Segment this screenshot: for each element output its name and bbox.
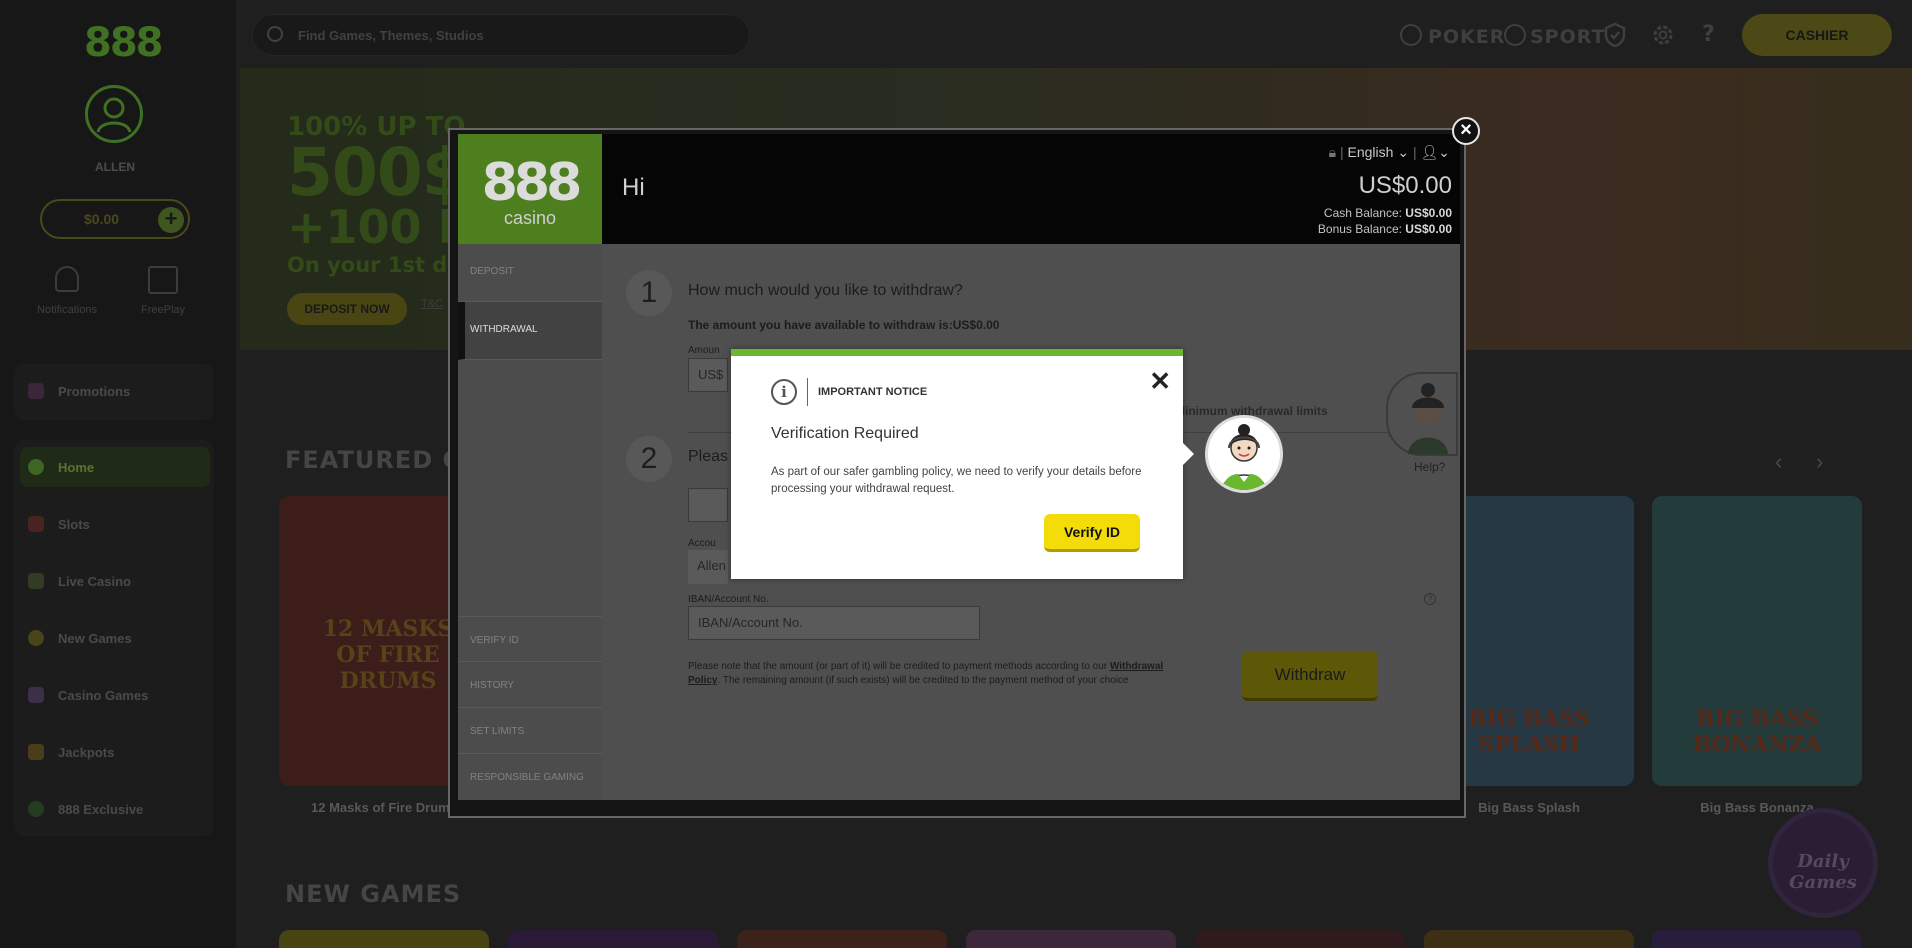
notice-header: i IMPORTANT NOTICE [771,378,927,406]
logo-number: 888 [481,153,583,213]
cash-balance-row: Cash Balance: US$0.00 [1324,206,1452,220]
withdrawal-note: Please note that the amount (or part of … [688,660,1178,688]
close-icon[interactable]: ✕ [1149,366,1171,397]
notice-pointer [1183,443,1194,465]
amount-label: Amoun [688,345,720,356]
greeting: Hi [622,174,645,201]
notice-heading: Verification Required [771,425,919,442]
account-label: Accou [688,538,716,549]
casino-logo: 888 casino [458,134,602,244]
nav-deposit[interactable]: DEPOSIT [458,244,602,302]
info-icon[interactable]: ? [1424,593,1436,605]
step-number: 2 [626,436,672,482]
bonus-balance-row: Bonus Balance: US$0.00 [1318,222,1452,236]
agent-avatar-icon [1408,383,1448,454]
chevron-down-icon[interactable]: ⌄ [1397,144,1409,160]
close-icon[interactable]: × [1452,117,1480,145]
important-notice-dialog: i IMPORTANT NOTICE ✕ Verification Requir… [731,349,1183,579]
cash-balance-label: Cash Balance: [1323,206,1402,220]
account-icon[interactable]: 👤︎⌄ [1420,144,1450,160]
nav-set-limits[interactable]: SET LIMITS [458,708,602,754]
logo-word: casino [503,208,557,228]
iban-input[interactable]: IBAN/Account No. [688,606,980,640]
step2-text: Pleas [688,448,729,465]
withdraw-button[interactable]: Withdraw [1242,651,1378,701]
cash-balance-value: US$0.00 [1405,206,1452,220]
help-agent[interactable] [1386,372,1458,456]
account-name-input[interactable]: Allen [688,550,728,584]
nav-responsible-gaming[interactable]: RESPONSIBLE GAMING [458,754,602,800]
cashier-nav: DEPOSIT WITHDRAWAL VERIFY ID HISTORY SET… [458,244,602,800]
amount-input[interactable]: US$ [688,358,728,392]
support-agent-avatar[interactable] [1205,415,1283,493]
available-amount: The amount you have available to withdra… [688,318,999,332]
total-balance: US$0.00 [1358,172,1452,199]
agent-headset-icon [1221,424,1267,490]
step-number: 1 [626,270,672,316]
cashier-header: 888 casino Hi 🔒︎ | English ⌄ | 👤︎⌄ US$0.… [458,134,1460,244]
note-prefix: Please note that the amount (or part of … [688,661,1108,672]
verify-id-button[interactable]: Verify ID [1044,514,1140,552]
notice-title: IMPORTANT NOTICE [818,386,928,398]
available-value: US$0.00 [952,318,1000,332]
help-label[interactable]: Help? [1414,460,1445,474]
nav-history[interactable]: HISTORY [458,662,602,708]
step1-question: How much would you like to withdraw? [688,282,963,299]
nav-withdrawal[interactable]: WITHDRAWAL [458,302,602,360]
notice-body: As part of our safer gambling policy, we… [771,466,1142,495]
bonus-balance-value: US$0.00 [1405,222,1452,236]
casino-page: 888 ALLEN $0.00 + Notifications FreePlay… [0,0,1912,948]
header-controls: 🔒︎ | English ⌄ | 👤︎⌄ [1328,144,1450,160]
info-icon: i [771,379,797,405]
divider [807,378,808,406]
note-suffix: . The remaining amount (if such exists) … [717,675,1129,686]
bonus-balance-label: Bonus Balance: [1317,222,1402,236]
nav-verify-id[interactable]: VERIFY ID [458,616,602,662]
available-label: The amount you have available to withdra… [688,318,953,332]
language-select[interactable]: English [1348,144,1394,160]
lock-icon: 🔒︎ [1328,144,1337,160]
bank-transfer-option[interactable] [688,488,728,522]
iban-label: IBAN/Account No. [688,594,769,605]
